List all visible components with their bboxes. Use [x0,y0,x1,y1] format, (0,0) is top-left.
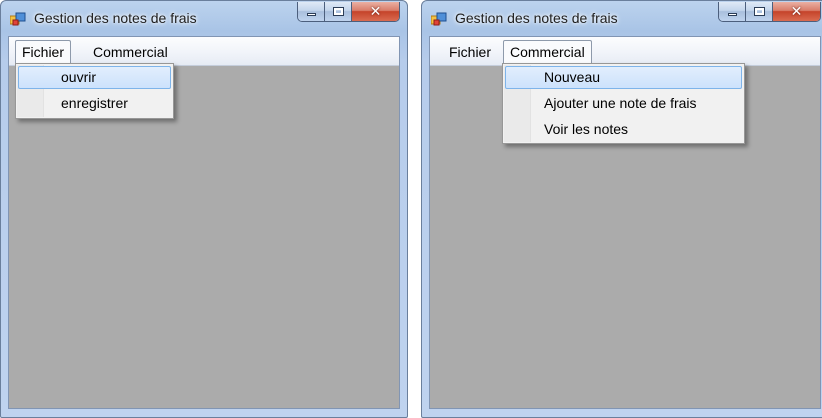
close-icon: ✕ [369,3,382,20]
close-button[interactable]: ✕ [773,2,820,21]
menu-item-label: enregistrer [61,95,128,111]
minimize-button[interactable] [719,2,746,21]
menu-commercial[interactable]: Commercial [503,40,592,64]
minimize-button[interactable] [298,2,325,21]
menu-bar: Fichier Commercial [430,37,820,66]
menu-fichier[interactable]: Fichier [442,40,498,64]
menu-item-label: Nouveau [544,69,601,85]
close-button[interactable]: ✕ [352,2,399,21]
fichier-dropdown: ouvrir enregistrer [15,63,174,119]
menu-item-ajouter-note[interactable]: Ajouter une note de frais [505,92,742,115]
window-left: Gestion des notes de frais ✕ Fichier Com… [0,0,408,418]
maximize-icon [332,7,344,16]
caption-buttons: ✕ [718,2,821,22]
menu-item-ouvrir[interactable]: ouvrir [18,66,171,89]
menu-item-label: ouvrir [61,69,97,85]
minimize-icon [306,13,316,16]
menu-item-voir-notes[interactable]: Voir les notes [505,118,742,141]
title-bar[interactable]: Gestion des notes de frais ✕ [422,1,822,35]
minimize-icon [727,13,737,16]
caption-buttons: ✕ [297,2,400,22]
menu-commercial[interactable]: Commercial [86,40,175,64]
window-right: Gestion des notes de frais ✕ Fichier Com… [421,0,822,418]
window-title: Gestion des notes de frais [34,10,197,26]
menu-item-nouveau[interactable]: Nouveau [505,66,742,89]
menu-item-label: Voir les notes [544,121,629,137]
close-icon: ✕ [790,3,803,20]
menu-bar: Fichier Commercial [9,37,399,66]
title-bar[interactable]: Gestion des notes de frais ✕ [1,1,407,35]
menu-fichier[interactable]: Fichier [15,40,72,64]
maximize-button[interactable] [746,2,773,21]
maximize-button[interactable] [325,2,352,21]
window-title: Gestion des notes de frais [455,10,618,26]
forms-app-icon [10,12,26,26]
menu-item-enregistrer[interactable]: enregistrer [18,92,171,115]
menu-item-label: Ajouter une note de frais [544,95,697,111]
maximize-icon [753,7,765,16]
forms-app-icon [431,12,447,26]
commercial-dropdown: Nouveau Ajouter une note de frais Voir l… [502,63,745,144]
